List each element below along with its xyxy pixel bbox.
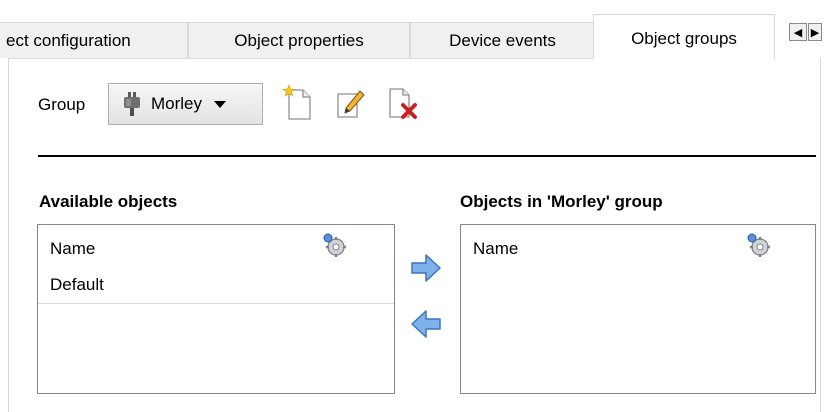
arrow-left-icon[interactable] [409, 308, 443, 340]
list-item[interactable]: Default [38, 267, 394, 304]
chevron-down-icon [214, 100, 227, 108]
list-item-name: Default [50, 275, 104, 294]
list-header: Name [38, 225, 394, 261]
triangle-left-icon: ◀ [793, 26, 803, 39]
tab-label: ect configuration [6, 30, 131, 50]
objects-in-group-list[interactable]: Name [460, 224, 816, 394]
objects-in-group-title: Objects in 'Morley' group [460, 192, 663, 211]
tab-device-events[interactable]: Device events [410, 22, 595, 58]
group-label: Group [38, 95, 86, 114]
column-name-header[interactable]: Name [473, 239, 518, 259]
tab-label: Device events [449, 30, 556, 50]
tab-scroll-right-button[interactable]: ▶ [808, 23, 822, 41]
tab-object-configuration[interactable]: ect configuration [0, 22, 188, 58]
list-header: Name [461, 225, 815, 261]
tab-label: Object groups [631, 29, 737, 48]
gear-icon[interactable] [746, 232, 772, 258]
new-document-icon[interactable] [281, 84, 315, 122]
gear-icon[interactable] [322, 232, 348, 258]
panel-border-top [8, 58, 593, 59]
column-name-header[interactable]: Name [50, 239, 95, 259]
panel-border-right [820, 58, 821, 412]
group-select[interactable]: Morley [108, 83, 263, 125]
tab-object-properties[interactable]: Object properties [188, 22, 410, 58]
available-objects-list[interactable]: Name Default [37, 224, 395, 394]
tab-label: Object properties [234, 30, 364, 50]
delete-document-icon[interactable] [386, 84, 420, 122]
tab-object-groups[interactable]: Object groups [593, 14, 775, 59]
available-objects-title: Available objects [39, 192, 178, 211]
triangle-right-icon: ▶ [810, 26, 820, 39]
plug-icon [124, 92, 140, 116]
divider [38, 155, 816, 157]
edit-icon[interactable] [333, 84, 367, 122]
arrow-right-icon[interactable] [409, 252, 443, 284]
tab-strip: ect configuration Object properties Devi… [0, 0, 827, 59]
group-select-value: Morley [151, 94, 203, 113]
panel-border-left [8, 58, 9, 412]
tab-scroll-left-button[interactable]: ◀ [789, 23, 807, 41]
